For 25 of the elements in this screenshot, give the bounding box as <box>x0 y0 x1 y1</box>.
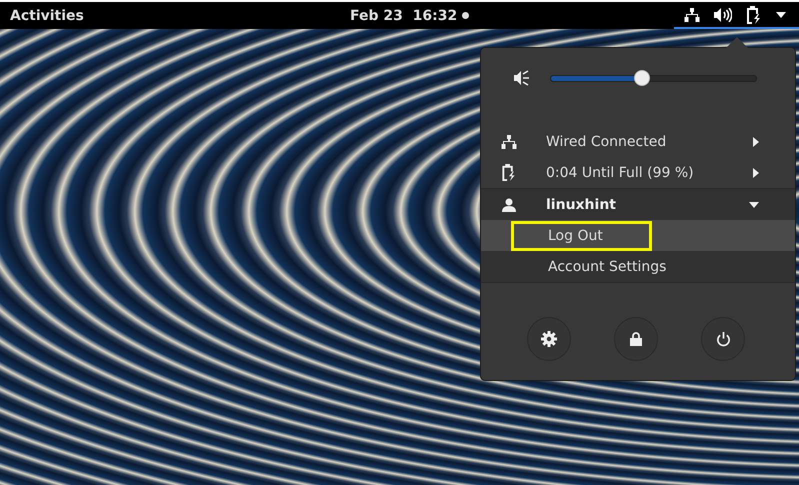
power-icon <box>716 332 730 346</box>
settings-icon <box>541 331 557 347</box>
settings-button[interactable] <box>527 317 571 361</box>
clock-button[interactable]: Feb 23 16:32 <box>350 8 458 24</box>
caret-icon <box>776 12 786 18</box>
submenu-item[interactable]: Account Settings <box>481 251 795 282</box>
person-icon <box>501 198 517 212</box>
network-icon <box>684 8 700 22</box>
volume-icon <box>514 70 530 86</box>
submenu-arrow-icon <box>753 168 759 178</box>
user-name[interactable]: linuxhint <box>546 196 749 212</box>
lock-icon <box>630 332 642 346</box>
slider-thumb[interactable] <box>634 70 650 86</box>
submenu-item[interactable]: Log Out <box>481 220 795 251</box>
submenu-arrow-icon <box>753 136 759 146</box>
power-button[interactable] <box>701 317 745 361</box>
lock-button[interactable] <box>614 317 658 361</box>
menu-item[interactable]: 0:04 Until Full (99 %) <box>546 164 753 180</box>
battery-icon <box>746 6 762 24</box>
network-icon <box>501 134 517 148</box>
volume-slider[interactable] <box>550 70 757 86</box>
menu-item[interactable]: Wired Connected <box>546 134 753 150</box>
battery-icon <box>501 164 517 181</box>
volume-icon <box>714 8 732 22</box>
activities-button[interactable]: Activities <box>0 8 94 24</box>
